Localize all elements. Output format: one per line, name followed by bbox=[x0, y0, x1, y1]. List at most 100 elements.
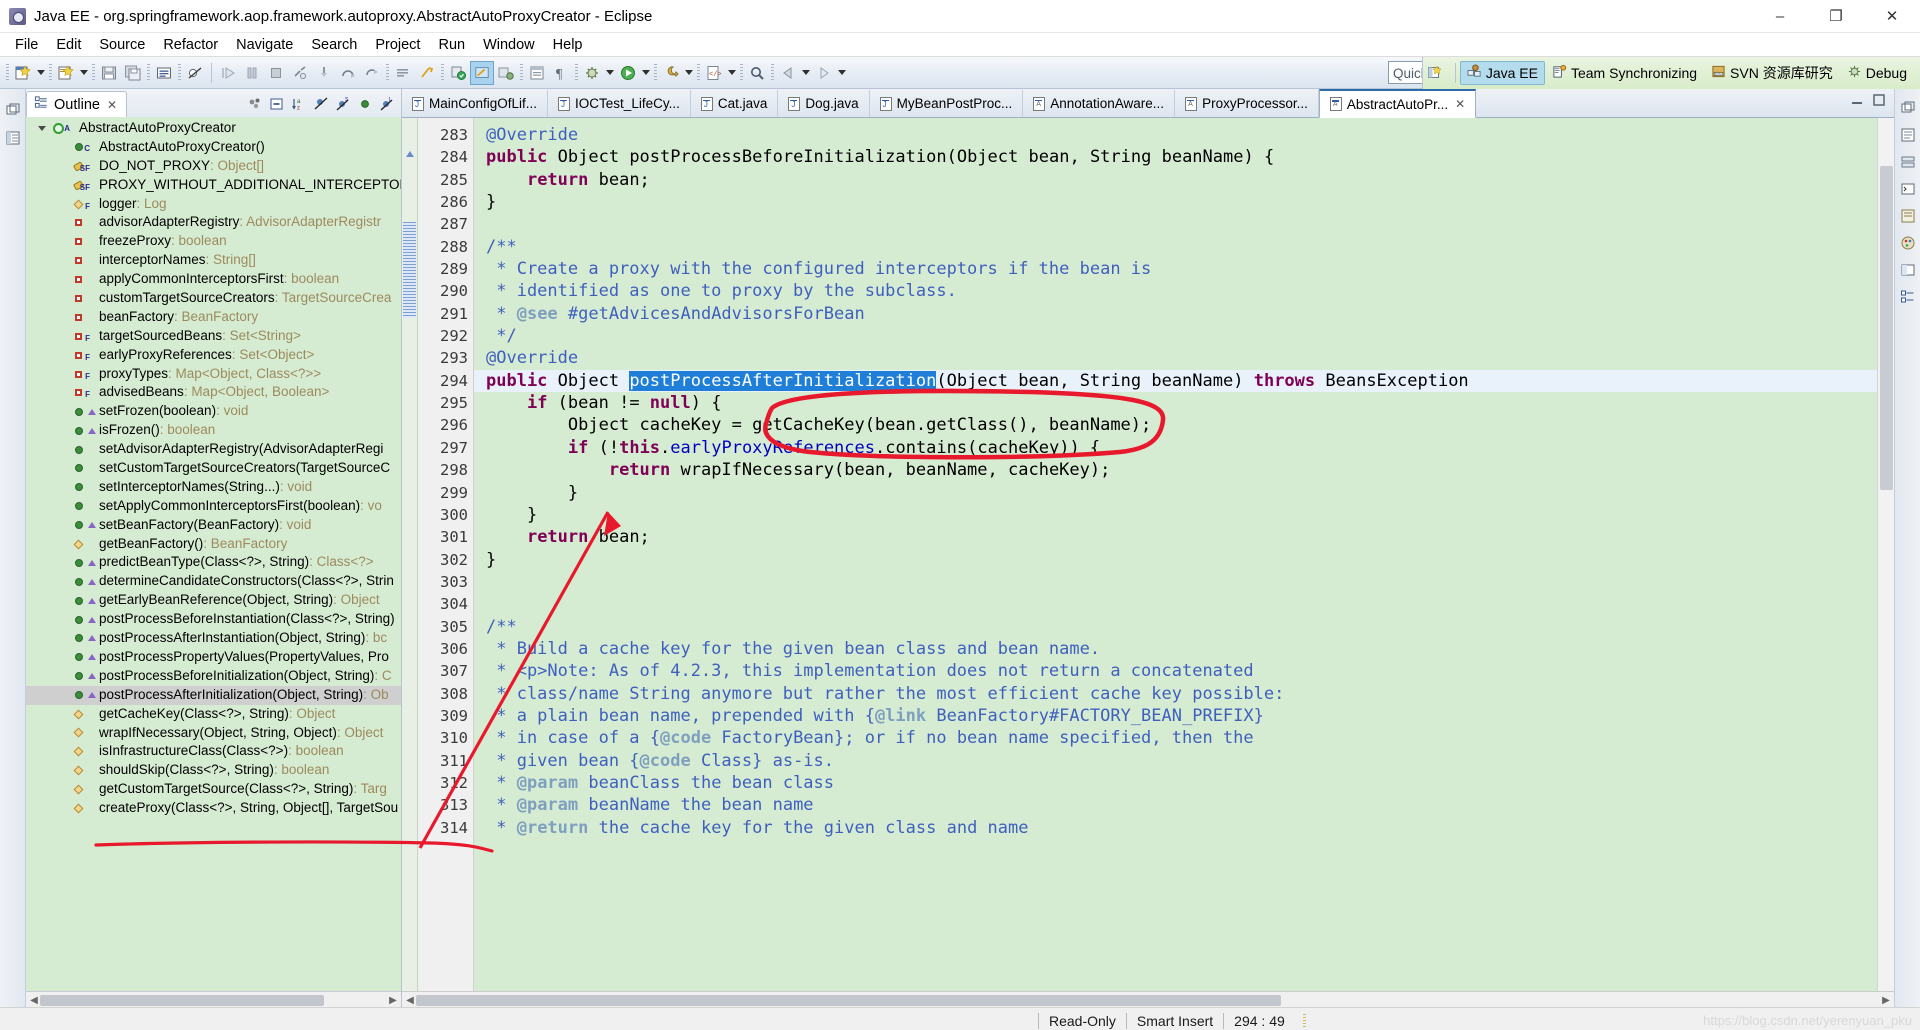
run-dropdown-icon[interactable] bbox=[640, 61, 652, 85]
collapse-all-icon[interactable] bbox=[268, 96, 285, 113]
scroll-right-icon[interactable]: ▶ bbox=[1880, 994, 1892, 1006]
code-line[interactable]: return bean; bbox=[474, 169, 1877, 191]
run-last-icon[interactable] bbox=[391, 61, 415, 85]
outline-item[interactable]: getEarlyBeanReference(Object, String) : … bbox=[26, 591, 401, 610]
editor-horizontal-scrollbar[interactable]: ◀ ▶ bbox=[402, 991, 1894, 1007]
outline-item[interactable]: setApplyCommonInterceptorsFirst(boolean)… bbox=[26, 497, 401, 516]
menu-item-window[interactable]: Window bbox=[474, 35, 544, 55]
step-into-icon[interactable] bbox=[312, 61, 336, 85]
external-tools-icon[interactable] bbox=[659, 61, 683, 85]
minimize-editor-icon[interactable] bbox=[1850, 93, 1864, 112]
status-insert-mode[interactable]: Smart Insert bbox=[1137, 1013, 1213, 1029]
properties-icon[interactable] bbox=[1899, 261, 1917, 279]
menu-item-run[interactable]: Run bbox=[429, 35, 474, 55]
code-line[interactable]: * @return the cache key for the given cl… bbox=[474, 817, 1877, 839]
palette-icon[interactable] bbox=[1899, 234, 1917, 252]
paragraph-mark-icon[interactable]: ¶ bbox=[549, 61, 573, 85]
close-icon[interactable]: ✕ bbox=[107, 98, 117, 112]
outline-item-selected[interactable]: postProcessAfterInitialization(Object, S… bbox=[26, 685, 401, 705]
code-line[interactable] bbox=[474, 213, 1877, 235]
toolbar-grip[interactable] bbox=[6, 63, 9, 82]
run-green-icon[interactable] bbox=[616, 61, 640, 85]
sort-icon[interactable]: az bbox=[290, 96, 307, 113]
external-tools-dropdown-icon[interactable] bbox=[683, 61, 695, 85]
outline-item[interactable]: getCustomTargetSource(Class<?>, String) … bbox=[26, 780, 401, 799]
run-on-server-icon[interactable] bbox=[470, 60, 494, 85]
code-line[interactable] bbox=[474, 593, 1877, 615]
debug-bug-icon[interactable] bbox=[580, 61, 604, 85]
new-java-class-icon[interactable] bbox=[54, 61, 78, 85]
editor-tab[interactable]: AnnotationAware... bbox=[1023, 90, 1176, 117]
editor-tab-active[interactable]: AbstractAutoPr... ✕ bbox=[1318, 89, 1477, 118]
forward-navigate-icon[interactable] bbox=[812, 61, 836, 85]
outline-item[interactable]: SF DO_NOT_PROXY : Object[] bbox=[26, 157, 401, 176]
perspective-team-sync[interactable]: Team Synchronizing bbox=[1545, 61, 1704, 85]
code-line[interactable]: */ bbox=[474, 325, 1877, 347]
scroll-right-icon[interactable]: ▶ bbox=[387, 994, 399, 1006]
disconnect-icon[interactable] bbox=[288, 61, 312, 85]
code-line[interactable]: } bbox=[474, 482, 1877, 504]
minimize-button[interactable]: – bbox=[1752, 0, 1808, 33]
servers-icon[interactable] bbox=[1899, 153, 1917, 171]
print-icon[interactable] bbox=[152, 61, 176, 85]
outline-item[interactable]: wrapIfNecessary(Object, String, Object) … bbox=[26, 724, 401, 743]
new-wizard-dropdown-icon[interactable] bbox=[35, 61, 47, 85]
code-line[interactable]: * Create a proxy with the configured int… bbox=[474, 258, 1877, 280]
code-text-area[interactable]: @Override public Object postProcessBefore… bbox=[474, 118, 1877, 991]
outline-item[interactable]: advisorAdapterRegistry : AdvisorAdapterR… bbox=[26, 213, 401, 232]
resume-icon[interactable] bbox=[216, 61, 240, 85]
perspective-debug[interactable]: Debug bbox=[1840, 61, 1914, 85]
menu-item-search[interactable]: Search bbox=[302, 35, 366, 55]
snippets-icon[interactable] bbox=[1899, 207, 1917, 225]
menu-item-refactor[interactable]: Refactor bbox=[154, 35, 227, 55]
new-xml-dropdown-icon[interactable] bbox=[726, 61, 738, 85]
code-line[interactable] bbox=[474, 571, 1877, 593]
scrollbar-thumb[interactable] bbox=[40, 995, 324, 1006]
console-icon[interactable] bbox=[1899, 180, 1917, 198]
back-dropdown-icon[interactable] bbox=[800, 61, 812, 85]
outline-item[interactable]: getCacheKey(Class<?>, String) : Object bbox=[26, 705, 401, 724]
outline-item[interactable]: setFrozen(boolean) : void bbox=[26, 402, 401, 421]
code-line[interactable]: } bbox=[474, 549, 1877, 571]
outline-horizontal-scrollbar[interactable]: ◀ ▶ bbox=[26, 991, 401, 1007]
step-return-icon[interactable] bbox=[360, 61, 384, 85]
outline-item[interactable]: shouldSkip(Class<?>, String) : boolean bbox=[26, 761, 401, 780]
hide-nonpublic-icon[interactable] bbox=[356, 96, 373, 113]
menu-item-help[interactable]: Help bbox=[544, 35, 592, 55]
outline-item[interactable]: applyCommonInterceptorsFirst : boolean bbox=[26, 270, 401, 289]
restore-view-right-icon[interactable] bbox=[1899, 99, 1917, 117]
outline-item[interactable]: customTargetSourceCreators : TargetSourc… bbox=[26, 289, 401, 308]
status-grip[interactable] bbox=[1302, 1013, 1306, 1028]
editor-tab[interactable]: MainConfigOfLif... bbox=[402, 90, 549, 117]
save-all-icon[interactable] bbox=[121, 61, 145, 85]
scroll-left-icon[interactable]: ◀ bbox=[404, 994, 416, 1006]
outline-item[interactable]: setBeanFactory(BeanFactory) : void bbox=[26, 516, 401, 535]
outline-item[interactable]: isFrozen() : boolean bbox=[26, 421, 401, 440]
outline-item[interactable]: createProxy(Class<?>, String, Object[], … bbox=[26, 799, 401, 818]
hide-static-icon[interactable]: S bbox=[334, 96, 351, 113]
close-button[interactable]: ✕ bbox=[1864, 0, 1920, 33]
code-line[interactable]: * @see #getAdvicesAndAdvisorsForBean bbox=[474, 303, 1877, 325]
back-navigate-icon[interactable] bbox=[776, 61, 800, 85]
code-line[interactable]: * <p>Note: As of 4.2.3, this implementat… bbox=[474, 660, 1877, 682]
code-line[interactable]: * @param beanClass the bean class bbox=[474, 772, 1877, 794]
run-external-icon[interactable] bbox=[415, 61, 439, 85]
code-line[interactable]: Object cacheKey = getCacheKey(bean.getCl… bbox=[474, 414, 1877, 436]
outline-item[interactable]: SF PROXY_WITHOUT_ADDITIONAL_INTERCEPTORS … bbox=[26, 176, 401, 195]
code-line[interactable]: public Object postProcessBeforeInitializ… bbox=[474, 146, 1877, 168]
code-line[interactable]: /** bbox=[474, 616, 1877, 638]
outline-item[interactable]: FearlyProxyReferences : Set<Object> bbox=[26, 346, 401, 365]
debug-dropdown-icon[interactable] bbox=[604, 61, 616, 85]
outline-item[interactable]: postProcessBeforeInstantiation(Class<?>,… bbox=[26, 610, 401, 629]
step-over-icon[interactable] bbox=[336, 61, 360, 85]
terminate-icon[interactable] bbox=[264, 61, 288, 85]
editor-tab[interactable]: ProxyProcessor... bbox=[1175, 90, 1319, 117]
code-line[interactable]: /** bbox=[474, 236, 1877, 258]
scrollbar-thumb[interactable] bbox=[416, 995, 1281, 1006]
outline-item[interactable]: FadvisedBeans : Map<Object, Boolean> bbox=[26, 383, 401, 402]
hide-local-icon[interactable]: L bbox=[378, 96, 395, 113]
forward-dropdown-icon[interactable] bbox=[836, 61, 848, 85]
debug-server-icon[interactable] bbox=[494, 61, 518, 85]
code-line[interactable]: return wrapIfNecessary(bean, beanName, c… bbox=[474, 459, 1877, 481]
code-line[interactable]: * @param beanName the bean name bbox=[474, 794, 1877, 816]
